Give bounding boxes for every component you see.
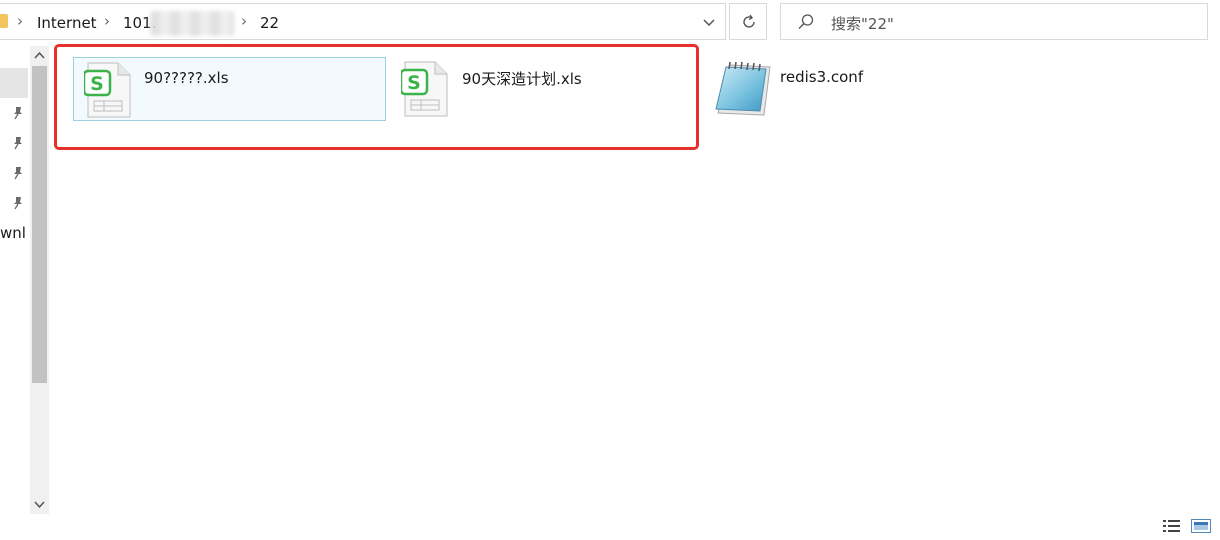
scroll-up-icon[interactable] [33, 49, 46, 62]
breadcrumb-internet[interactable]: Internet [37, 14, 97, 32]
search-input[interactable]: 搜索"22" [831, 13, 894, 34]
scroll-down-icon[interactable] [33, 498, 46, 511]
nav-item-downloads[interactable]: wnl [0, 224, 26, 242]
refresh-icon [743, 14, 755, 28]
tiles-view-icon[interactable] [1191, 519, 1211, 533]
breadcrumb-22[interactable]: 22 [260, 14, 279, 32]
pin-icon[interactable] [11, 136, 25, 150]
redacted-address [150, 11, 234, 36]
folder-icon [0, 14, 8, 28]
chevron-right-icon[interactable]: › [104, 12, 110, 30]
pin-icon[interactable] [11, 196, 25, 210]
search-icon [798, 14, 814, 29]
chevron-right-icon[interactable]: › [241, 12, 247, 30]
address-bar[interactable]: › Internet › 101. › 22 [0, 3, 726, 40]
notepad-icon [715, 61, 771, 116]
search-box[interactable]: 搜索"22" [780, 3, 1208, 40]
pin-icon[interactable] [11, 166, 25, 180]
highlight-annotation-box [54, 44, 699, 150]
nav-scrollbar[interactable] [30, 46, 49, 514]
chevron-down-icon[interactable] [700, 14, 718, 32]
refresh-button[interactable] [729, 3, 767, 40]
file-item[interactable]: redis3.conf [704, 57, 1004, 121]
file-name: redis3.conf [780, 68, 864, 86]
pin-icon[interactable] [11, 106, 25, 120]
details-view-icon[interactable] [1162, 519, 1182, 533]
chevron-right-icon[interactable]: › [17, 12, 23, 30]
scrollbar-thumb[interactable] [32, 66, 47, 383]
nav-item-selected[interactable] [0, 68, 28, 98]
